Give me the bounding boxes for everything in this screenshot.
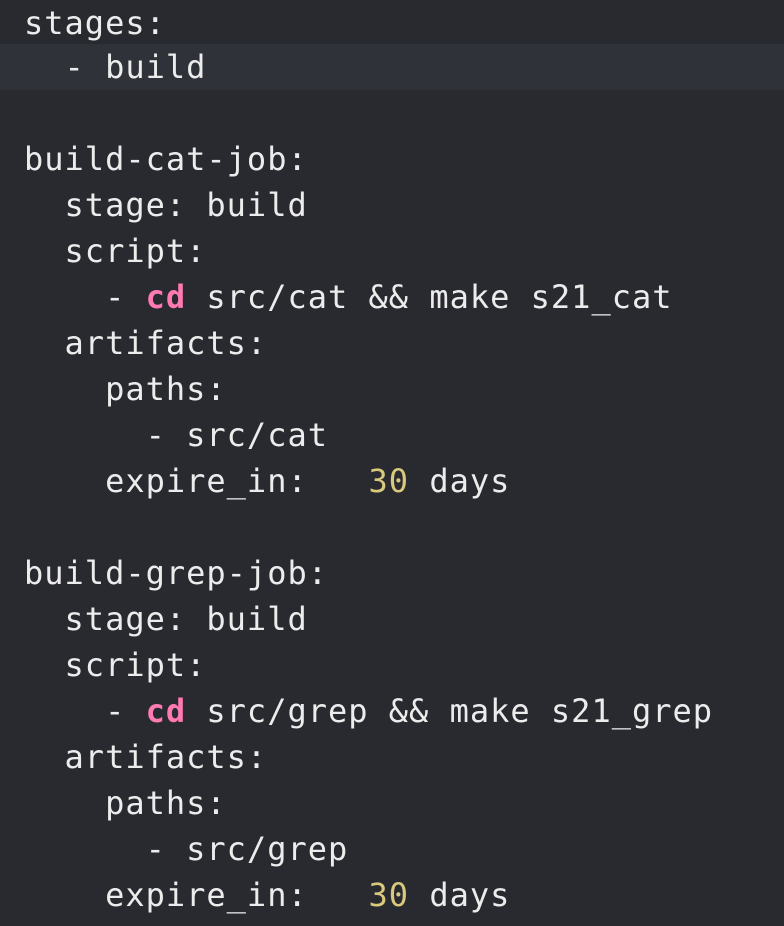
keyword-token: cd xyxy=(145,692,187,730)
code-line[interactable]: paths: xyxy=(0,366,784,412)
code-line[interactable]: paths: xyxy=(0,780,784,826)
code-text: src/cat && make s21_cat xyxy=(186,278,673,316)
code-text: days xyxy=(409,462,511,500)
number-token: 30 xyxy=(368,462,410,500)
code-line[interactable]: build-cat-job: xyxy=(0,136,784,182)
code-text: stage: build xyxy=(24,600,308,638)
code-editor[interactable]: stages: - build build-cat-job: stage: bu… xyxy=(0,0,784,926)
code-line[interactable]: - src/cat xyxy=(0,412,784,458)
code-text: artifacts: xyxy=(24,738,268,776)
code-text: - src/cat xyxy=(24,416,328,454)
code-text: stages: xyxy=(24,4,166,42)
code-line[interactable]: stages: xyxy=(0,0,784,46)
code-line[interactable]: artifacts: xyxy=(0,320,784,366)
code-text: build-cat-job: xyxy=(24,140,308,178)
code-line[interactable] xyxy=(0,90,784,136)
code-line[interactable]: script: xyxy=(0,228,784,274)
code-line[interactable]: artifacts: xyxy=(0,734,784,780)
code-text: paths: xyxy=(24,784,227,822)
code-line[interactable]: - src/grep xyxy=(0,826,784,872)
code-line[interactable]: build-grep-job: xyxy=(0,550,784,596)
code-text: - build xyxy=(24,48,207,86)
code-line[interactable]: - cd src/cat && make s21_cat xyxy=(0,274,784,320)
code-text: src/grep && make s21_grep xyxy=(186,692,714,730)
code-indent: - xyxy=(24,692,146,730)
code-line[interactable]: expire_in: 30 days xyxy=(0,872,784,918)
code-line[interactable]: script: xyxy=(0,642,784,688)
code-prefix: expire_in: xyxy=(24,876,369,914)
code-text: days xyxy=(409,876,511,914)
code-text: paths: xyxy=(24,370,227,408)
code-line[interactable]: stage: build xyxy=(0,182,784,228)
code-text: - src/grep xyxy=(24,830,349,868)
code-indent: - xyxy=(24,278,146,316)
number-token: 30 xyxy=(368,876,410,914)
code-line[interactable]: expire_in: 30 days xyxy=(0,458,784,504)
code-line[interactable]: - cd src/grep && make s21_grep xyxy=(0,688,784,734)
code-text: build-grep-job: xyxy=(24,554,328,592)
code-line-current[interactable]: - build xyxy=(0,44,784,90)
code-text: stage: build xyxy=(24,186,308,224)
code-prefix: expire_in: xyxy=(24,462,369,500)
keyword-token: cd xyxy=(145,278,187,316)
code-text: artifacts: xyxy=(24,324,268,362)
code-line[interactable] xyxy=(0,504,784,550)
code-text: script: xyxy=(24,232,207,270)
code-text: script: xyxy=(24,646,207,684)
code-line[interactable]: stage: build xyxy=(0,596,784,642)
